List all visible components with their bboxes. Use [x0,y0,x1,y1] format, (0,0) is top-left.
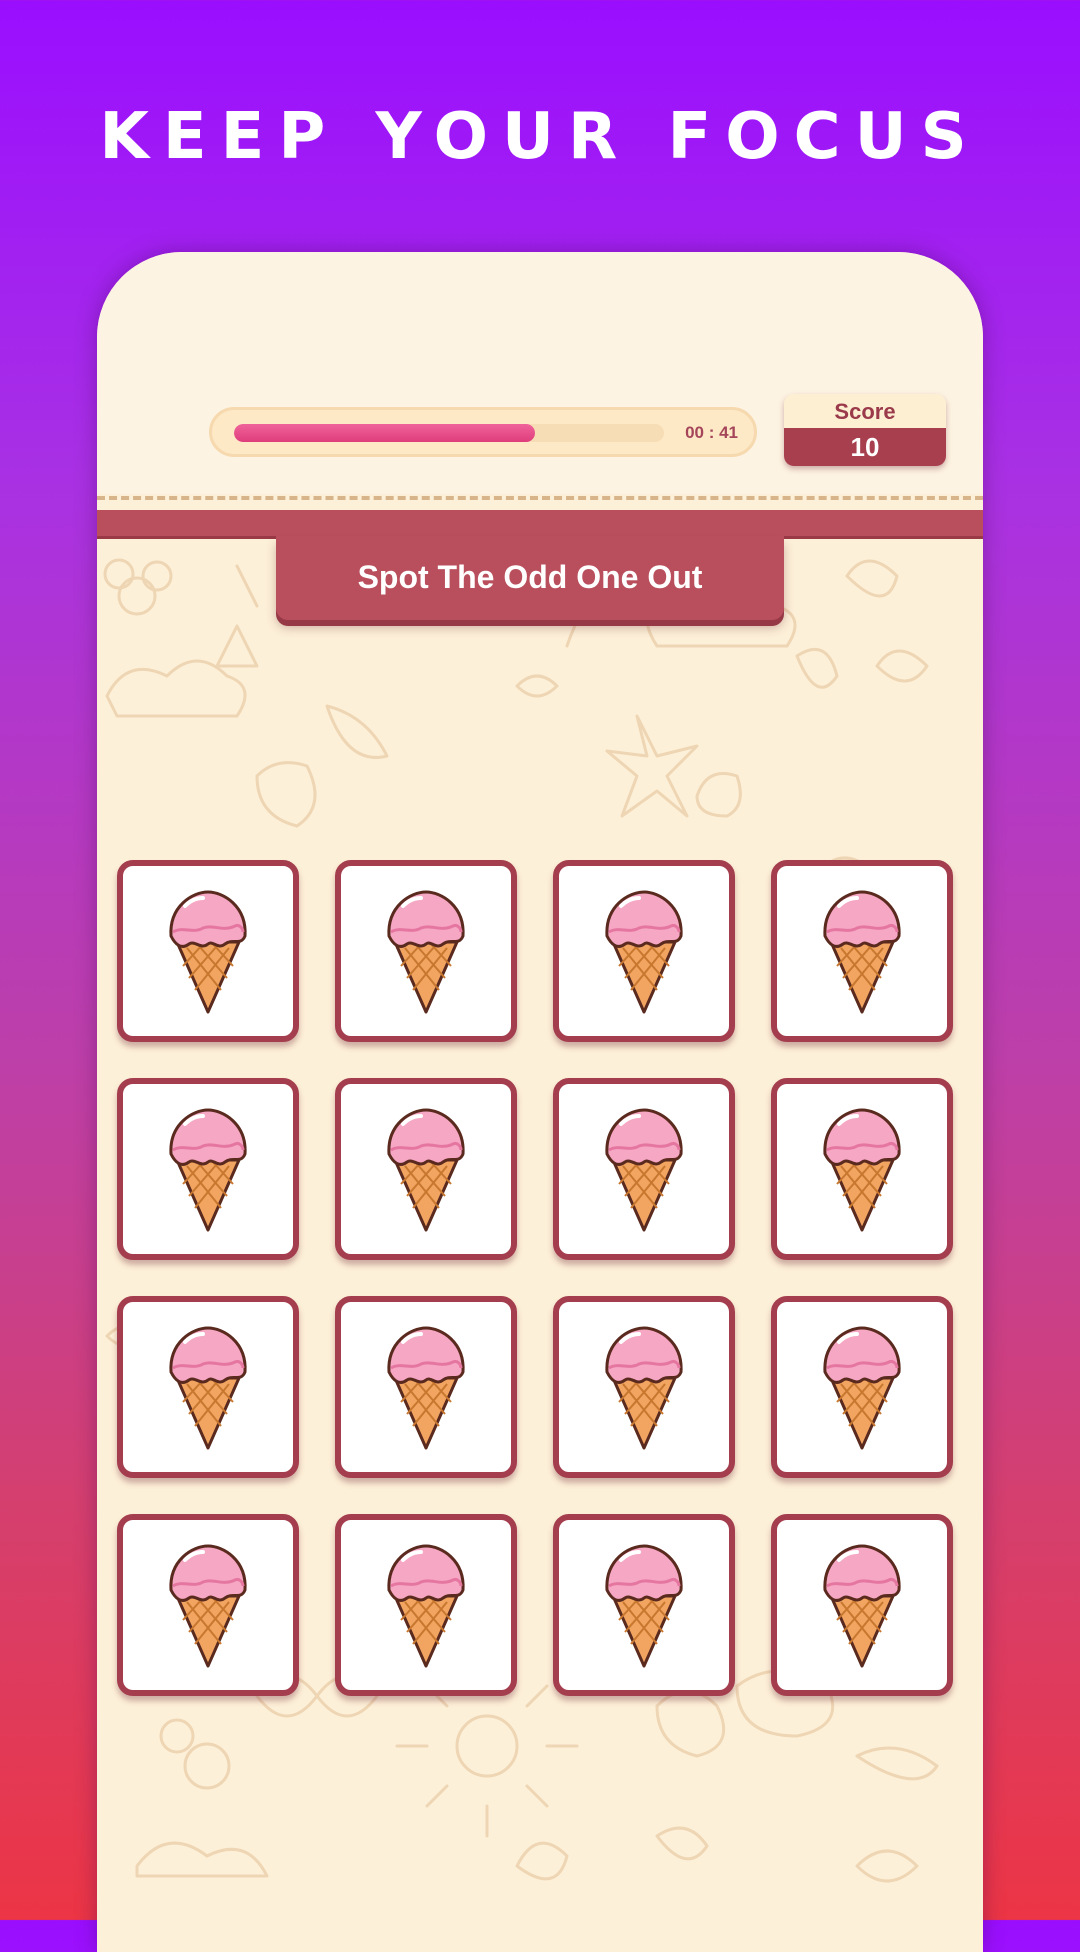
grid-tile[interactable] [771,1078,953,1260]
grid-tile[interactable] [771,1514,953,1696]
ice-cream-cone-icon [823,1544,901,1668]
grid-tile[interactable] [335,1514,517,1696]
grid-tile[interactable] [553,860,735,1042]
ice-cream-cone-icon [823,1108,901,1232]
grid-tile[interactable] [335,860,517,1042]
grid-tile[interactable] [553,1296,735,1478]
ice-cream-cone-icon [387,1326,465,1450]
score-label: Score [784,394,946,428]
ice-cream-cone-icon [169,1544,247,1668]
timer-bar: 00 : 41 [209,407,757,457]
ice-cream-grid [117,860,963,1706]
grid-tile[interactable] [335,1296,517,1478]
grid-tile[interactable] [117,1296,299,1478]
timer-progress-fill [234,424,535,442]
ice-cream-cone-icon [387,1108,465,1232]
grid-tile[interactable] [117,1078,299,1260]
grid-tile[interactable] [335,1078,517,1260]
instruction-banner: Spot The Odd One Out [276,536,784,620]
ice-cream-cone-icon [387,890,465,1014]
dashed-divider [97,496,983,500]
timer-text: 00 : 41 [685,423,738,442]
ice-cream-cone-icon [169,890,247,1014]
game-panel: 00 : 41 Score 10 Spot The Odd One Out [97,252,983,1952]
ice-cream-cone-icon [605,890,683,1014]
grid-tile[interactable] [771,860,953,1042]
grid-tile[interactable] [117,860,299,1042]
ice-cream-cone-icon [605,1326,683,1450]
score-box: Score 10 [784,394,946,466]
ice-cream-cone-icon [823,1326,901,1450]
ice-cream-cone-icon [605,1544,683,1668]
grid-tile[interactable] [771,1296,953,1478]
score-value: 10 [784,428,946,466]
grid-tile[interactable] [553,1514,735,1696]
ice-cream-cone-icon [169,1326,247,1450]
grid-tile[interactable] [117,1514,299,1696]
ice-cream-cone-icon [387,1544,465,1668]
grid-tile[interactable] [553,1078,735,1260]
timer-progress-track [234,424,664,442]
ice-cream-cone-icon [605,1108,683,1232]
header-band [97,510,983,536]
ice-cream-cone-icon [823,890,901,1014]
ice-cream-cone-icon [169,1108,247,1232]
headline-title: KEEP YOUR FOCUS [99,100,981,174]
